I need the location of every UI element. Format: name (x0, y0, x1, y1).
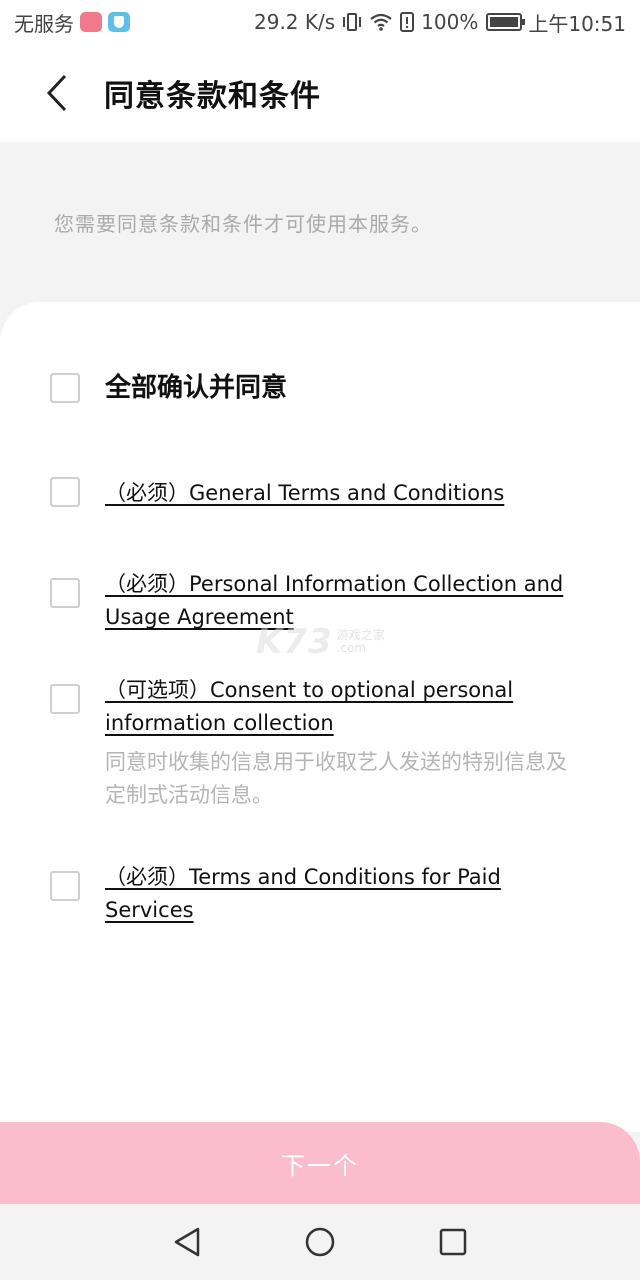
battery-percent: 100% (421, 10, 479, 34)
status-left: 无服务 (14, 8, 130, 37)
term-checkbox-optional[interactable] (50, 684, 80, 714)
huawei-store-icon (80, 12, 102, 32)
term-description-optional: 同意时收集的信息用于收取艺人发送的特别信息及定制式活动信息。 (105, 750, 567, 807)
watermark-brand: K73 (256, 622, 333, 662)
square-recents-icon (440, 1228, 467, 1256)
navigation-bar (0, 1204, 640, 1280)
vibrate-icon (341, 11, 363, 33)
nav-back-button[interactable] (157, 1212, 217, 1272)
page-title: 同意条款和条件 (104, 79, 321, 114)
term-checkbox-paid-services[interactable] (50, 871, 80, 901)
term-row-paid-services[interactable]: （必须）Terms and Conditions for Paid Servic… (50, 861, 590, 927)
network-speed: 29.2 K/s (254, 10, 336, 34)
term-row-optional[interactable]: （可选项）Consent to optional personal inform… (50, 674, 590, 812)
status-bar: 无服务 29.2 K/s 100% 上午10:51 (0, 0, 640, 44)
circle-home-icon (305, 1227, 335, 1257)
wifi-icon (369, 12, 393, 32)
agree-all-label: 全部确认并同意 (105, 373, 288, 403)
term-checkbox-personal-info[interactable] (50, 578, 80, 608)
status-right: 29.2 K/s 100% 上午10:51 (254, 8, 626, 37)
shield-icon (108, 12, 130, 32)
term-link-general[interactable]: （必须）General Terms and Conditions (105, 477, 575, 510)
agree-all-row[interactable]: 全部确认并同意 (50, 373, 590, 403)
alert-icon (399, 12, 415, 32)
term-link-optional[interactable]: （可选项）Consent to optional personal inform… (105, 674, 575, 740)
next-button[interactable]: 下一个 (0, 1122, 640, 1204)
chevron-left-icon (46, 74, 67, 112)
watermark: K73 游戏之家 .com (256, 622, 385, 662)
clock: 上午10:51 (528, 11, 626, 36)
header: 同意条款和条件 (0, 44, 640, 142)
notice-text: 您需要同意条款和条件才可使用本服务。 (54, 212, 432, 236)
carrier-text: 无服务 (14, 11, 74, 36)
watermark-line2: .com (336, 641, 367, 655)
term-checkbox-general[interactable] (50, 477, 80, 507)
term-row-general[interactable]: （必须）General Terms and Conditions (50, 477, 590, 510)
terms-card: 全部确认并同意 （必须）General Terms and Conditions… (0, 302, 640, 1132)
nav-home-button[interactable] (290, 1212, 350, 1272)
triangle-back-icon (174, 1227, 199, 1257)
nav-recents-button[interactable] (423, 1212, 483, 1272)
term-link-paid-services[interactable]: （必须）Terms and Conditions for Paid Servic… (105, 861, 575, 927)
agree-all-checkbox[interactable] (50, 373, 80, 403)
battery-icon (486, 13, 526, 31)
back-button[interactable] (28, 63, 88, 123)
